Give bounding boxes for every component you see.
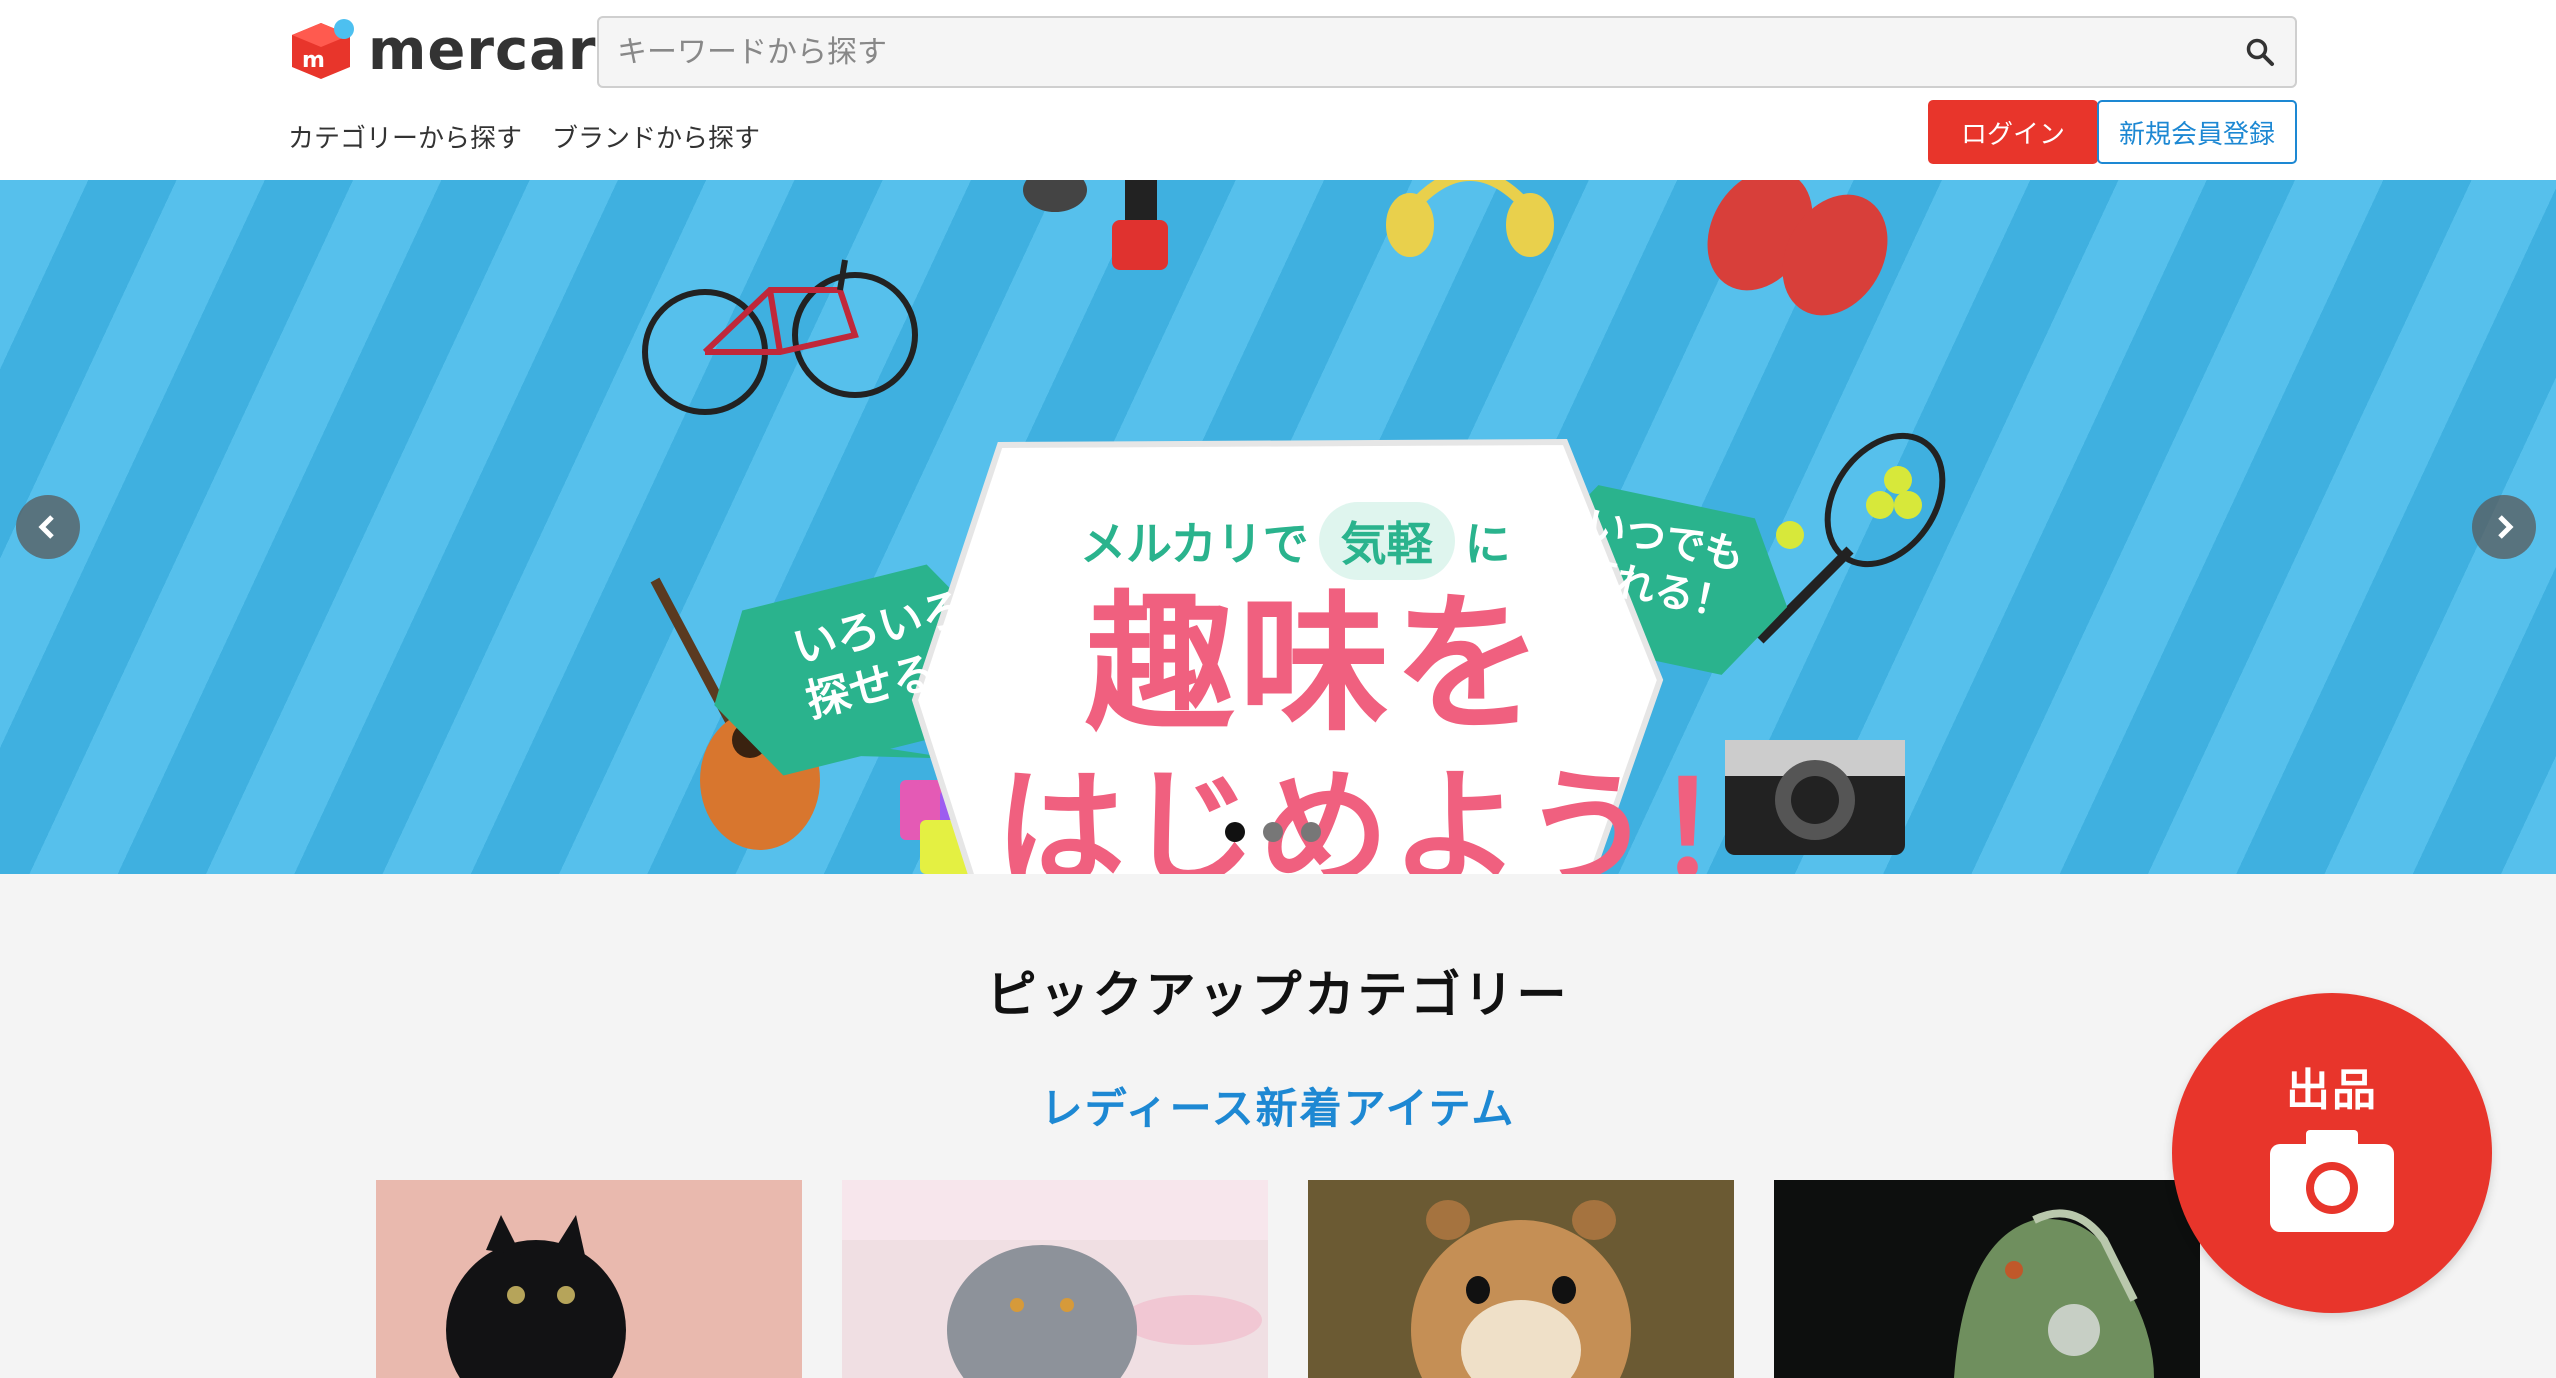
logo-text: mercari — [368, 17, 617, 83]
item-card[interactable] — [1308, 1180, 1734, 1378]
svg-text:m: m — [302, 48, 325, 73]
item-photo-iguana — [1774, 1180, 2200, 1378]
nav-brand-link[interactable]: ブランドから探す — [552, 118, 760, 155]
login-button[interactable]: ログイン — [1928, 100, 2098, 164]
chevron-left-icon — [38, 515, 54, 539]
sell-button[interactable]: 出品 — [2172, 993, 2492, 1313]
header: m mercari カテゴリーから探す ブランドから探す ログイン 新規会員登録 — [0, 0, 2556, 180]
banner-line1-prefix: メルカリで — [1080, 517, 1309, 571]
banner-line1: メルカリで 気軽 に — [1080, 502, 1511, 580]
compact-icon — [1023, 180, 1087, 212]
carousel-next-button[interactable] — [2472, 495, 2536, 559]
chevron-right-icon — [2498, 515, 2514, 539]
headphones-icon — [1386, 180, 1554, 257]
banner-line1-badge: 気軽 — [1318, 502, 1455, 580]
item-card[interactable] — [1774, 1180, 2200, 1378]
banner-line2: 趣味を — [1085, 578, 1548, 752]
carousel-dot-3[interactable] — [1301, 822, 1321, 842]
search-bar — [597, 16, 2297, 88]
item-card-list — [376, 1180, 2200, 1378]
header-nav: カテゴリーから探す ブランドから探す — [288, 118, 760, 155]
carousel-dots — [1225, 822, 1321, 842]
search-icon[interactable] — [2225, 17, 2295, 87]
search-input[interactable] — [599, 18, 2225, 86]
tennis-racket-icon — [1756, 432, 1946, 644]
item-photo-gray-cat — [842, 1180, 1268, 1378]
camera-icon — [2270, 1130, 2394, 1232]
item-card[interactable] — [376, 1180, 802, 1378]
pickup-category-title: ピックアップカテゴリー — [986, 966, 1570, 1024]
bicycle-icon — [642, 259, 918, 415]
carousel-dot-2[interactable] — [1263, 822, 1283, 842]
logo[interactable]: m mercari — [288, 14, 617, 86]
carousel-prev-button[interactable] — [16, 495, 80, 559]
carousel-dot-1[interactable] — [1225, 822, 1245, 842]
nail-polish-icon — [1112, 180, 1168, 270]
sneakers-icon — [1707, 180, 1888, 316]
item-photo-black-cat — [376, 1180, 802, 1378]
item-card[interactable] — [842, 1180, 1268, 1378]
hero-banner[interactable]: メルカリで 気軽 に 趣味を はじめよう！ いろいろ 探せる！ いつでも 売れる… — [0, 180, 2556, 874]
sell-button-label: 出品 — [2286, 1065, 2378, 1116]
nav-category-link[interactable]: カテゴリーから探す — [288, 118, 522, 155]
banner-line1-suffix: に — [1464, 517, 1511, 571]
banner-line3: はじめよう！ — [995, 754, 1788, 874]
pickup-subtitle-link[interactable]: レディース新着アイテム — [0, 1075, 2556, 1136]
mercari-logo-icon: m — [288, 17, 354, 83]
signup-button[interactable]: 新規会員登録 — [2097, 100, 2297, 164]
item-photo-chipmunk — [1308, 1180, 1734, 1378]
